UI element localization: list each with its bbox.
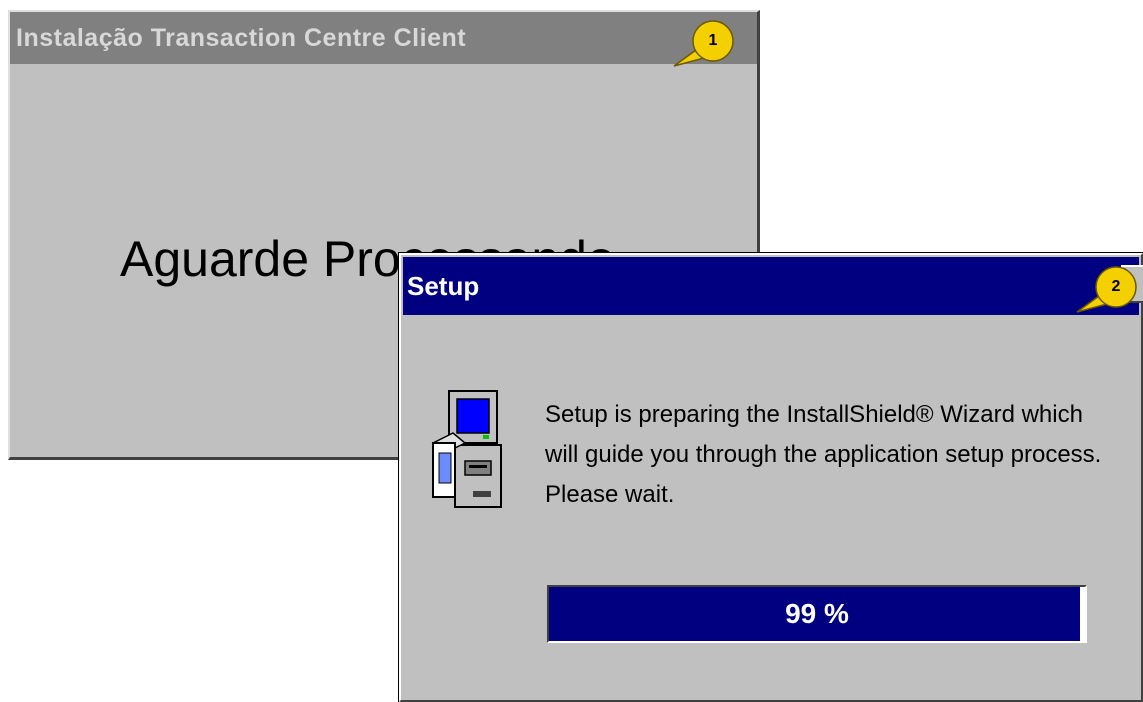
installer-computer-icon — [431, 390, 502, 508]
setup-dialog-title: Setup — [403, 257, 1139, 315]
install-window-title: Instalação Transaction Centre Client — [10, 12, 757, 64]
progress-label: 99 % — [785, 598, 849, 629]
callout-2: 2 — [1075, 260, 1139, 324]
setup-message: Setup is preparing the InstallShield® Wi… — [545, 401, 1102, 508]
callout-1: 1 — [672, 14, 736, 78]
callout-1-number: 1 — [708, 32, 718, 49]
setup-progress-bar: 99 % — [547, 585, 1087, 643]
callout-2-number: 2 — [1111, 278, 1121, 295]
setup-dialog: Setup Setup is preparing the InstallShie… — [398, 252, 1143, 702]
